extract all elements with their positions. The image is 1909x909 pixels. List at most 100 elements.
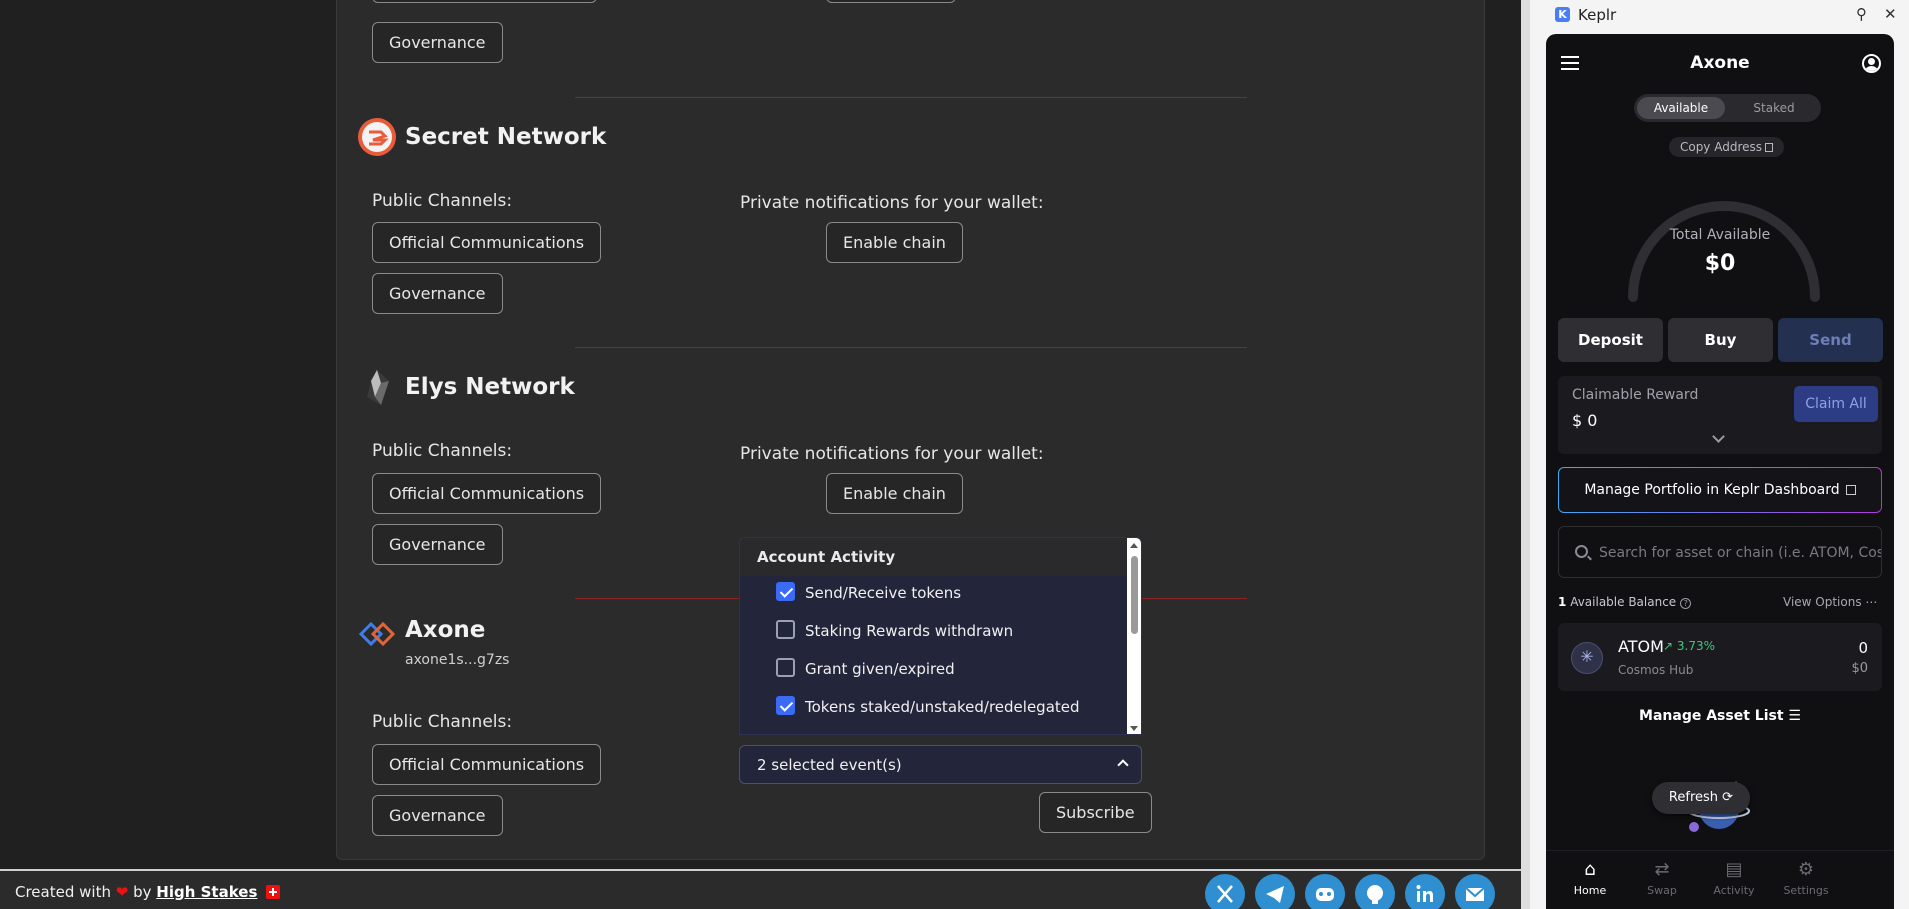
scroll-down-arrow-icon[interactable] (1130, 726, 1138, 731)
tab-staked[interactable]: Staked (1730, 97, 1818, 119)
activity-option-staking-rewards[interactable]: Staking Rewards withdrawn (776, 620, 1013, 648)
swiss-flag-icon (266, 885, 281, 899)
account-activity-list[interactable]: Account Activity Send/Receive tokens Sta… (739, 537, 1142, 735)
public-channels-label: Public Channels: (372, 191, 513, 211)
checkbox-unchecked[interactable] (776, 620, 795, 639)
axone-logo (358, 621, 396, 647)
separator (575, 347, 1247, 348)
x-icon[interactable] (1205, 874, 1245, 909)
manage-asset-list-button[interactable]: Manage Asset List ☰ (1546, 708, 1894, 724)
account-activity-header: Account Activity (740, 538, 1129, 576)
activity-option-send-receive[interactable]: Send/Receive tokens (776, 582, 961, 610)
governance-button-top[interactable]: Governance (372, 22, 503, 63)
official-communications-button[interactable]: Official Communications (372, 744, 602, 785)
enable-chain-button[interactable]: Enable chain (826, 222, 963, 263)
official-communications-button[interactable]: Official Communications (372, 222, 602, 263)
private-notifications-label: Private notifications for your wallet: (740, 193, 1044, 213)
balance-toggle: Available Staked (1634, 94, 1821, 122)
event-select[interactable]: 2 selected event(s) (739, 745, 1142, 784)
top-partial-button[interactable] (372, 0, 597, 3)
keplr-window-title: Keplr (1578, 6, 1617, 24)
secret-network-logo (358, 118, 396, 156)
scroll-up-arrow-icon[interactable] (1130, 543, 1138, 548)
keplr-titlebar: K Keplr ⚲ ✕ (1530, 0, 1909, 30)
separator (575, 97, 1247, 98)
asset-price-change: ↗ 3.73% (1663, 639, 1715, 653)
bottom-navigation: ⌂ Home ⇄ Swap ▤ Activity ⚙ Settings (1546, 850, 1894, 909)
scrollbar-thumb[interactable] (1131, 556, 1138, 634)
refresh-icon: ⟳ (1722, 790, 1734, 805)
activity-icon: ▤ (1725, 859, 1743, 880)
claimable-reward-label: Claimable Reward (1572, 387, 1699, 403)
home-icon: ⌂ (1584, 859, 1596, 880)
chevron-up-icon (1117, 759, 1129, 771)
view-options-button[interactable]: View Options ⋯ (1783, 595, 1877, 609)
nav-activity[interactable]: ▤ Activity (1699, 859, 1769, 897)
governance-button[interactable]: Governance (372, 273, 503, 314)
private-notifications-label: Private notifications for your wallet: (740, 444, 1044, 464)
tab-available[interactable]: Available (1637, 97, 1725, 119)
nav-home[interactable]: ⌂ Home (1555, 859, 1625, 897)
send-button[interactable]: Send (1778, 318, 1883, 362)
activity-option-tokens-staked[interactable]: Tokens staked/unstaked/redelegated (776, 696, 1080, 724)
total-available-label: Total Available (1669, 227, 1771, 243)
asset-network: Cosmos Hub (1618, 663, 1694, 677)
claim-all-button[interactable]: Claim All (1794, 386, 1878, 422)
linkedin-icon[interactable] (1405, 874, 1445, 909)
keplr-logo-icon: K (1555, 7, 1570, 22)
trend-up-icon: ↗ (1663, 639, 1677, 653)
nav-swap[interactable]: ⇄ Swap (1627, 859, 1697, 897)
telegram-icon[interactable] (1255, 874, 1295, 909)
asset-row-atom[interactable]: ATOM ↗ 3.73% Cosmos Hub 0 $0 (1558, 623, 1882, 691)
list-scrollbar[interactable] (1127, 538, 1141, 734)
public-channels-label: Public Channels: (372, 441, 513, 461)
discord-icon[interactable] (1305, 874, 1345, 909)
high-stakes-link[interactable]: High Stakes (156, 883, 257, 901)
pin-icon[interactable]: ⚲ (1856, 5, 1867, 23)
atom-token-icon (1571, 642, 1603, 674)
top-partial-enable-button[interactable] (826, 0, 956, 3)
profile-icon[interactable] (1862, 54, 1881, 73)
footer-credit: Created with ❤ by High Stakes (15, 883, 281, 901)
checkbox-unchecked[interactable] (776, 658, 795, 677)
activity-option-grant[interactable]: Grant given/expired (776, 658, 955, 686)
buy-button[interactable]: Buy (1668, 318, 1773, 362)
chevron-down-icon[interactable] (1712, 430, 1725, 443)
email-icon[interactable] (1455, 874, 1495, 909)
manage-portfolio-button[interactable]: Manage Portfolio in Keplr Dashboard (1558, 467, 1882, 513)
chain-title-elys: Elys Network (405, 374, 575, 400)
elys-network-logo (367, 370, 389, 405)
nav-settings[interactable]: ⚙ Settings (1771, 859, 1841, 897)
selected-chain-name: Axone (1690, 53, 1750, 73)
github-icon[interactable] (1355, 874, 1395, 909)
window-divider[interactable] (1521, 0, 1530, 909)
governance-button[interactable]: Governance (372, 524, 503, 565)
total-available-value: $0 (1704, 251, 1736, 276)
search-input[interactable] (1599, 541, 1881, 565)
governance-button[interactable]: Governance (372, 795, 503, 836)
chain-title-axone: Axone (405, 617, 486, 643)
info-icon[interactable]: ? (1680, 598, 1692, 609)
sliders-icon: ☰ (1788, 708, 1801, 724)
asset-value: $0 (1851, 661, 1868, 676)
checkbox-checked[interactable] (776, 582, 795, 601)
copy-icon (1765, 143, 1774, 152)
checkbox-checked[interactable] (776, 696, 795, 715)
asset-amount: 0 (1858, 639, 1868, 657)
copy-address-button[interactable]: Copy Address (1669, 137, 1784, 157)
swap-icon: ⇄ (1654, 859, 1670, 880)
selected-events-summary: 2 selected event(s) (757, 756, 902, 774)
search-icon (1575, 545, 1588, 558)
enable-chain-button[interactable]: Enable chain (826, 473, 963, 514)
deposit-button[interactable]: Deposit (1558, 318, 1663, 362)
available-balance-count: 1 Available Balance? (1558, 595, 1692, 609)
heart-icon: ❤ (115, 883, 129, 901)
subscribe-button[interactable]: Subscribe (1039, 792, 1152, 833)
official-communications-button[interactable]: Official Communications (372, 473, 602, 514)
asset-symbol: ATOM (1618, 637, 1664, 656)
refresh-button[interactable]: Refresh ⟳ (1652, 782, 1750, 814)
asset-search[interactable] (1558, 526, 1882, 578)
claimable-reward-value: $ 0 (1572, 411, 1598, 430)
close-icon[interactable]: ✕ (1884, 5, 1897, 23)
notification-page: Governance Secret Network Public Channel… (0, 0, 1521, 909)
